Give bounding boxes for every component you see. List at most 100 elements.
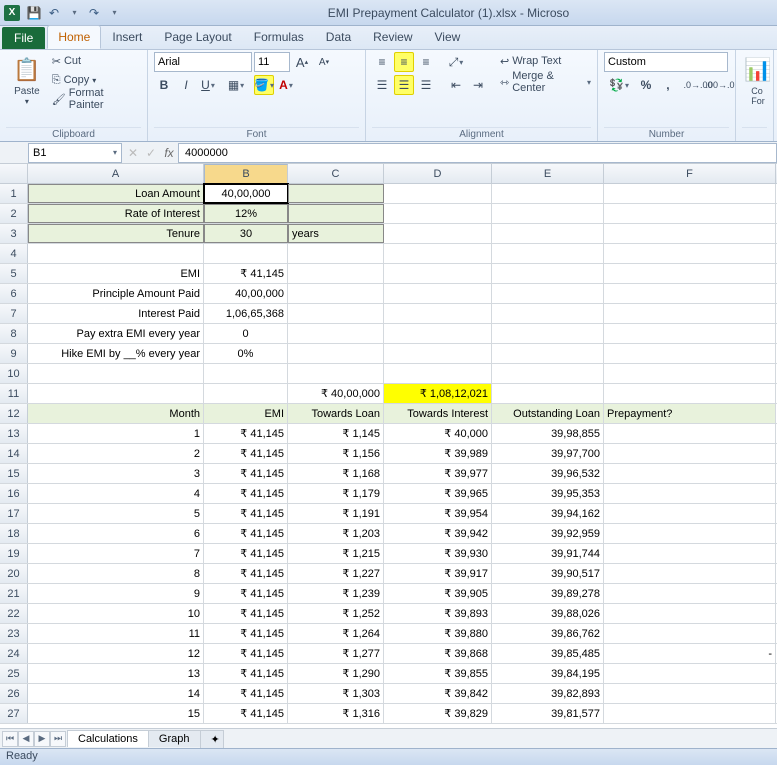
cell[interactable]: ₹ 41,145 — [204, 524, 288, 543]
cell[interactable] — [288, 264, 384, 283]
cell[interactable]: ₹ 41,145 — [204, 564, 288, 583]
cell[interactable]: ₹ 1,277 — [288, 644, 384, 663]
cell[interactable] — [288, 364, 384, 383]
orientation-button[interactable]: ⤢ — [446, 52, 466, 72]
cell[interactable] — [604, 364, 776, 383]
formula-bar[interactable]: 4000000 — [178, 143, 777, 163]
cell[interactable]: ₹ 41,145 — [204, 504, 288, 523]
cell[interactable]: ₹ 39,905 — [384, 584, 492, 603]
cell[interactable] — [492, 384, 604, 403]
font-color-button[interactable]: A — [276, 75, 296, 95]
sheet-nav[interactable]: ⏮◀▶⏭ — [2, 731, 66, 747]
row-header[interactable]: 25 — [0, 664, 28, 683]
cell[interactable]: 39,82,893 — [492, 684, 604, 703]
col-header-a[interactable]: A — [28, 164, 204, 183]
tab-view[interactable]: View — [424, 25, 472, 49]
cell[interactable]: ₹ 41,145 — [204, 704, 288, 723]
cell[interactable]: ₹ 41,145 — [204, 424, 288, 443]
row-header[interactable]: 6 — [0, 284, 28, 303]
cell[interactable]: 7 — [28, 544, 204, 563]
worksheet-grid[interactable]: A B C D E F 1Loan Amount40,00,0002Rate o… — [0, 164, 777, 724]
underline-button[interactable]: U — [198, 75, 218, 95]
nav-next-icon[interactable]: ▶ — [34, 731, 50, 747]
bold-button[interactable]: B — [154, 75, 174, 95]
align-right-button[interactable]: ☰ — [416, 75, 436, 95]
cell[interactable]: ₹ 39,954 — [384, 504, 492, 523]
cell[interactable] — [288, 244, 384, 263]
align-bottom-button[interactable]: ≡ — [416, 52, 436, 72]
cell[interactable] — [604, 184, 776, 203]
wrap-text-button[interactable]: ↩Wrap Text — [500, 52, 591, 70]
cell[interactable] — [384, 304, 492, 323]
row-header[interactable]: 5 — [0, 264, 28, 283]
cell[interactable]: 2 — [28, 444, 204, 463]
row-header[interactable]: 1 — [0, 184, 28, 203]
cell[interactable] — [288, 304, 384, 323]
name-box[interactable]: B1▾ — [28, 143, 122, 163]
col-header-e[interactable]: E — [492, 164, 604, 183]
cell[interactable]: 40,00,000 — [204, 184, 288, 203]
cell[interactable] — [604, 484, 776, 503]
cell[interactable] — [288, 204, 384, 223]
paste-button[interactable]: 📋 Paste ▾ — [6, 52, 48, 106]
col-header-d[interactable]: D — [384, 164, 492, 183]
cell[interactable]: Month — [28, 404, 204, 423]
cell[interactable]: 5 — [28, 504, 204, 523]
cut-button[interactable]: ✂Cut — [52, 52, 141, 70]
cell[interactable]: ₹ 1,227 — [288, 564, 384, 583]
cell[interactable] — [604, 584, 776, 603]
cell[interactable]: 3 — [28, 464, 204, 483]
cell[interactable] — [604, 384, 776, 403]
cell[interactable]: 0 — [204, 324, 288, 343]
cell[interactable] — [604, 424, 776, 443]
cell[interactable]: ₹ 39,989 — [384, 444, 492, 463]
cell[interactable]: ₹ 1,08,12,021 — [384, 384, 492, 403]
cell[interactable]: ₹ 41,145 — [204, 644, 288, 663]
cell[interactable]: ₹ 41,145 — [204, 464, 288, 483]
cell[interactable] — [604, 544, 776, 563]
cell[interactable]: ₹ 41,145 — [204, 604, 288, 623]
tab-page-layout[interactable]: Page Layout — [153, 25, 242, 49]
cell[interactable] — [384, 184, 492, 203]
row-header[interactable]: 17 — [0, 504, 28, 523]
cell[interactable]: 39,96,532 — [492, 464, 604, 483]
cell[interactable]: ₹ 39,965 — [384, 484, 492, 503]
cell[interactable]: Outstanding Loan — [492, 404, 604, 423]
cell[interactable]: 30 — [204, 224, 288, 243]
cell[interactable]: Interest Paid — [28, 304, 204, 323]
cell[interactable]: ₹ 1,215 — [288, 544, 384, 563]
cell[interactable]: 39,90,517 — [492, 564, 604, 583]
row-header[interactable]: 16 — [0, 484, 28, 503]
cell[interactable]: Loan Amount — [28, 184, 204, 203]
fx-icon[interactable]: fx — [160, 146, 178, 160]
cell[interactable]: EMI — [28, 264, 204, 283]
row-header[interactable]: 14 — [0, 444, 28, 463]
accounting-format-button[interactable]: 💱 — [604, 75, 634, 95]
cell[interactable] — [604, 684, 776, 703]
cell[interactable]: ₹ 39,977 — [384, 464, 492, 483]
cell[interactable]: 39,91,744 — [492, 544, 604, 563]
cell[interactable]: ₹ 1,156 — [288, 444, 384, 463]
enter-icon[interactable]: ✓ — [142, 146, 160, 160]
sheet-tab-calculations[interactable]: Calculations — [67, 730, 149, 747]
cell[interactable] — [28, 244, 204, 263]
nav-prev-icon[interactable]: ◀ — [18, 731, 34, 747]
cell[interactable]: 8 — [28, 564, 204, 583]
cell[interactable]: ₹ 39,842 — [384, 684, 492, 703]
cell[interactable]: ₹ 1,145 — [288, 424, 384, 443]
tab-formulas[interactable]: Formulas — [243, 25, 315, 49]
cell[interactable] — [604, 504, 776, 523]
row-header[interactable]: 19 — [0, 544, 28, 563]
cell[interactable] — [604, 204, 776, 223]
cell[interactable] — [604, 284, 776, 303]
row-header[interactable]: 3 — [0, 224, 28, 243]
conditional-formatting-button[interactable]: 📊Co For — [742, 52, 774, 106]
cell[interactable]: 39,88,026 — [492, 604, 604, 623]
cell[interactable]: ₹ 1,203 — [288, 524, 384, 543]
cell[interactable] — [28, 384, 204, 403]
cell[interactable] — [604, 524, 776, 543]
cell[interactable]: ₹ 1,168 — [288, 464, 384, 483]
row-header[interactable]: 15 — [0, 464, 28, 483]
tab-file[interactable]: File — [2, 27, 45, 49]
cell[interactable]: 15 — [28, 704, 204, 723]
